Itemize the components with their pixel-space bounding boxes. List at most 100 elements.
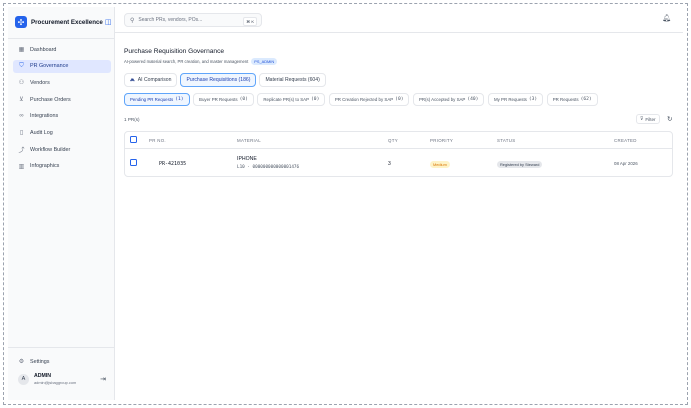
cart-icon: ⊻ [19,97,24,104]
chart-icon: ▥ [18,163,25,170]
subtab-pending-pr-requests[interactable]: Pending PR Requests (1) [124,93,190,106]
subtab-count: (0) [311,97,320,102]
column-header: QTY [388,138,398,143]
sidebar-item-label: Infographics [30,163,60,170]
user-email: admin@jsbaggroup.com [34,380,77,385]
sidebar-item-audit-log[interactable]: ▯ Audit Log [13,126,111,139]
subtab-pr-requests[interactable]: PR Requests (62) [546,93,598,106]
sidebar-item-label: Vendors [30,79,50,86]
column-header: MATERIAL [237,138,262,143]
brand-logo-icon: ✣ [15,16,27,28]
material-code: L10 · 000000000000001476 [237,165,300,170]
filter-button[interactable]: ⊽ Filter [636,114,660,124]
subtab-label: My PR Requests [493,97,527,102]
app-window: ✣ Procurement Excellence ◫ ▦ Dashboard ⛉… [8,7,683,400]
subtab-label: PR Creation Rejected by SAP [334,97,394,102]
shortcut-badge: ⌘ K [243,16,257,26]
logout-icon[interactable]: ⇥ [100,375,106,383]
search-input[interactable]: ⚲ Search PRs, vendors, POs... ⌘ K [124,13,262,27]
sidebar-item-label: Integrations [30,113,59,120]
pr-table: PR NO. MATERIAL QTY PRIORITY STATUS CREA… [124,131,673,177]
divider [8,347,115,348]
tab-label: AI Comparison [137,77,172,83]
sidebar-nav: ▦ Dashboard ⛉ PR Governance ⚇ Vendors ⊻ … [13,43,111,177]
pr-number: PR-421035 [159,161,187,167]
main-content: ⚲ Search PRs, vendors, POs... ⌘ K 🔔︎ [115,7,683,400]
link-icon: ∞ [19,113,24,120]
subtab-my-pr-requests[interactable]: My PR Requests (3) [487,93,544,106]
subtab-count: (62) [580,97,592,102]
brand: ✣ Procurement Excellence ◫ [15,16,115,28]
divider [8,38,115,39]
page-title: Purchase Requisition Governance [124,48,225,55]
tab-label: Purchase Requisitions (186) [186,77,251,83]
result-count: 1 PR(s) [124,117,140,122]
bell-icon[interactable]: 🔔︎ [662,14,671,22]
sidebar-item-label: PR Governance [30,63,69,70]
priority-badge: Medium [430,160,450,168]
sidebar-item-label: Audit Log [30,129,53,136]
role-badge: PS_ADMIN [251,58,278,65]
sidebar-item-workflow-builder[interactable]: ⤴ Workflow Builder [13,143,111,156]
tab-ai-comparison[interactable]: ⩕ AI Comparison [124,73,178,87]
clipboard-icon: ▯ [19,130,24,137]
page-subtitle: AI-powered material search, PR creation,… [124,58,278,65]
sidebar-toggle-icon[interactable]: ◫ [105,18,112,26]
shield-icon: ⛉ [19,62,24,69]
column-header: STATUS [497,138,516,143]
tab-label: Material Requests (604) [265,77,320,83]
tab-purchase-requisitions[interactable]: Purchase Requisitions (186) [180,73,257,87]
sidebar-item-integrations[interactable]: ∞ Integrations [13,110,111,123]
select-all-checkbox[interactable] [130,136,137,143]
subtab-label: PR Requests [552,97,579,102]
subtab-rejected-by-sap[interactable]: PR Creation Rejected by SAP (0) [328,93,410,106]
subtab-label: Buyer PR Requests [199,97,238,102]
refresh-icon[interactable]: ↻ [667,115,672,123]
row-checkbox[interactable] [130,159,137,166]
column-header: CREATED [614,138,637,143]
top-bar: ⚲ Search PRs, vendors, POs... ⌘ K 🔔︎ [115,7,683,33]
sidebar-item-dashboard[interactable]: ▦ Dashboard [13,43,111,56]
quantity: 3 [388,161,391,167]
subtab-label: Pending PR Requests [130,97,174,102]
subtab-label: PR(s) Accepted by SAP [418,97,466,102]
settings-link[interactable]: ⚙ Settings [18,358,50,366]
page-subtitle-text: AI-powered material search, PR creation,… [124,59,249,64]
workflow-icon: ⤴ [18,148,25,155]
sidebar-item-label: Dashboard [30,46,57,53]
sidebar-item-label: Workflow Builder [30,146,71,153]
ai-icon: ⩕ [130,76,135,83]
status-badge: Registered by Steward [497,160,543,168]
settings-label: Settings [30,358,50,365]
material-name: IPHONE [237,156,257,162]
sidebar-item-purchase-orders[interactable]: ⊻ Purchase Orders [13,93,111,106]
pr-subtabs: Pending PR Requests (1) Buyer PR Requests… [124,93,598,106]
sidebar-item-pr-governance[interactable]: ⛉ PR Governance [13,59,111,73]
column-header: PRIORITY [430,138,454,143]
subtab-buyer-pr-requests[interactable]: Buyer PR Requests (0) [193,93,254,106]
subtab-count: (40) [467,97,479,102]
sidebar-item-label: Purchase Orders [30,96,71,103]
gear-icon: ⚙ [18,359,25,365]
subtab-label: Replicate PR(s) to SAP [263,97,310,102]
subtab-count: (0) [395,97,404,102]
avatar: A [18,373,29,385]
created-date: 08 Apr 2026 [614,161,638,166]
sidebar-item-vendors[interactable]: ⚇ Vendors [13,76,111,89]
grid-icon: ▦ [18,47,25,53]
subtab-accepted-by-sap[interactable]: PR(s) Accepted by SAP (40) [412,93,485,106]
tab-material-requests[interactable]: Material Requests (604) [259,73,326,87]
user-profile: A ADMIN admin@jsbaggroup.com ⇥ [18,373,110,385]
table-header: PR NO. MATERIAL QTY PRIORITY STATUS CREA… [125,132,672,149]
subtab-count: (3) [528,97,538,102]
main-tabs: ⩕ AI Comparison Purchase Requisitions (1… [124,73,326,87]
user-info: ADMIN admin@jsbaggroup.com [34,373,76,385]
column-header: PR NO. [149,138,166,143]
subtab-count: (1) [175,97,184,102]
user-name: ADMIN [34,373,52,379]
sidebar: ✣ Procurement Excellence ◫ ▦ Dashboard ⛉… [8,7,115,400]
sidebar-item-infographics[interactable]: ▥ Infographics [13,160,111,173]
users-icon: ⚇ [18,80,25,87]
search-icon: ⚲ [130,17,135,24]
subtab-replicate-to-sap[interactable]: Replicate PR(s) to SAP (0) [257,93,326,106]
